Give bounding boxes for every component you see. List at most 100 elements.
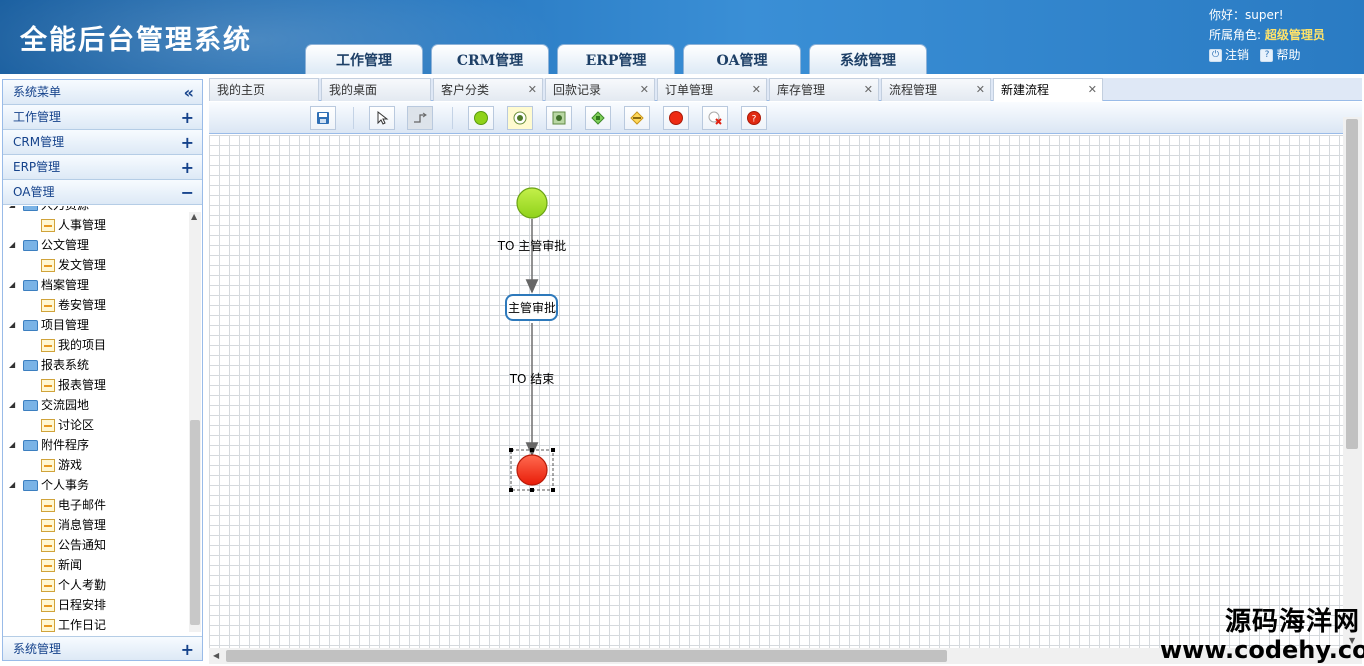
expand-triangle-icon[interactable]: ◢ bbox=[9, 356, 15, 374]
connector-tool-button[interactable] bbox=[407, 106, 433, 130]
pointer-tool-button[interactable] bbox=[369, 106, 395, 130]
tree-item[interactable]: 个人考勤 bbox=[41, 576, 106, 594]
resize-handle[interactable] bbox=[509, 448, 513, 452]
page-tab-label: 库存管理 bbox=[777, 83, 826, 97]
page-tab[interactable]: 订单管理 ✕ bbox=[657, 78, 767, 101]
tree-item[interactable]: 发文管理 bbox=[41, 256, 106, 274]
end-node-button[interactable] bbox=[663, 106, 689, 130]
resize-handle[interactable] bbox=[530, 448, 534, 452]
resize-handle[interactable] bbox=[530, 488, 534, 492]
scrollbar-thumb[interactable] bbox=[1346, 119, 1358, 449]
tree-item[interactable]: 工作日记 bbox=[41, 616, 106, 634]
resize-handle[interactable] bbox=[551, 448, 555, 452]
end-node[interactable] bbox=[516, 454, 548, 486]
decision-icon bbox=[591, 111, 605, 125]
folder-icon bbox=[23, 440, 38, 451]
close-icon[interactable]: ✕ bbox=[976, 79, 985, 101]
tree-item[interactable]: 日程安排 bbox=[41, 596, 106, 614]
tree-folder[interactable]: ◢ 人力资源 bbox=[9, 206, 89, 214]
close-icon[interactable]: ✕ bbox=[1088, 79, 1097, 101]
expand-triangle-icon[interactable]: ◢ bbox=[9, 206, 15, 214]
fork-button[interactable] bbox=[624, 106, 650, 130]
close-icon[interactable]: ✕ bbox=[528, 79, 537, 101]
role-value: 超级管理员 bbox=[1264, 28, 1325, 42]
nav-tab-crm[interactable]: CRM管理 bbox=[431, 44, 549, 74]
expand-icon[interactable]: + bbox=[181, 637, 194, 660]
page-tab-label: 客户分类 bbox=[441, 83, 490, 97]
section-system[interactable]: 系统管理 + bbox=[3, 636, 202, 660]
tree-item[interactable]: 我的项目 bbox=[41, 336, 106, 354]
document-icon bbox=[41, 219, 55, 232]
nav-tab-work[interactable]: 工作管理 bbox=[305, 44, 423, 74]
resize-handle[interactable] bbox=[509, 488, 513, 492]
expand-triangle-icon[interactable]: ◢ bbox=[9, 476, 15, 494]
tree-folder[interactable]: ◢ 交流园地 bbox=[9, 396, 89, 414]
decision-button[interactable] bbox=[585, 106, 611, 130]
expand-triangle-icon[interactable]: ◢ bbox=[9, 276, 15, 294]
tree-item[interactable]: 新闻 bbox=[41, 556, 82, 574]
page-tab[interactable]: 回款记录 ✕ bbox=[545, 78, 655, 101]
scroll-left-icon[interactable]: ◀ bbox=[213, 651, 219, 660]
task-node-button[interactable] bbox=[507, 106, 533, 130]
expand-triangle-icon[interactable]: ◢ bbox=[9, 436, 15, 454]
canvas-vertical-scrollbar[interactable]: ▼ bbox=[1343, 117, 1362, 648]
scroll-up-icon[interactable]: ▲ bbox=[191, 212, 197, 221]
page-tab[interactable]: 客户分类 ✕ bbox=[433, 78, 543, 101]
tree-item[interactable]: 人事管理 bbox=[41, 216, 106, 234]
close-icon[interactable]: ✕ bbox=[640, 79, 649, 101]
collapse-section-icon[interactable]: − bbox=[181, 180, 194, 205]
start-node[interactable] bbox=[516, 187, 548, 219]
tree-item[interactable]: 公告通知 bbox=[41, 536, 106, 554]
cancel-end-button[interactable] bbox=[702, 106, 728, 130]
collapse-icon[interactable]: « bbox=[184, 80, 194, 105]
tree-item[interactable]: 讨论区 bbox=[41, 416, 94, 434]
watermark-line1: 源码海洋网 bbox=[1224, 607, 1360, 637]
expand-icon[interactable]: + bbox=[181, 105, 194, 130]
tree-folder[interactable]: ◢ 项目管理 bbox=[9, 316, 89, 334]
page-tab[interactable]: 我的主页 bbox=[209, 78, 319, 101]
tree-item[interactable]: 报表管理 bbox=[41, 376, 106, 394]
page-tab[interactable]: 库存管理 ✕ bbox=[769, 78, 879, 101]
expand-triangle-icon[interactable]: ◢ bbox=[9, 236, 15, 254]
save-button[interactable] bbox=[310, 106, 336, 130]
scrollbar-thumb[interactable] bbox=[226, 650, 947, 662]
tree-item[interactable]: 卷安管理 bbox=[41, 296, 106, 314]
section-work[interactable]: 工作管理 + bbox=[3, 105, 202, 130]
resize-handle[interactable] bbox=[551, 488, 555, 492]
error-end-button[interactable]: ? bbox=[741, 106, 767, 130]
close-icon[interactable]: ✕ bbox=[864, 79, 873, 101]
close-icon[interactable]: ✕ bbox=[752, 79, 761, 101]
tree-item-label: 工作日记 bbox=[58, 618, 107, 632]
tree-folder[interactable]: ◢ 档案管理 bbox=[9, 276, 89, 294]
flow-canvas[interactable]: TO 主管审批 主管审批 TO 结束 bbox=[209, 135, 1343, 648]
section-erp[interactable]: ERP管理 + bbox=[3, 155, 202, 180]
expand-icon[interactable]: + bbox=[181, 130, 194, 155]
page-tab[interactable]: 流程管理 ✕ bbox=[881, 78, 991, 101]
tree-item[interactable]: 消息管理 bbox=[41, 516, 106, 534]
tree-folder[interactable]: ◢ 公文管理 bbox=[9, 236, 90, 254]
scrollbar-thumb[interactable] bbox=[190, 420, 200, 625]
nav-tab-oa[interactable]: OA管理 bbox=[683, 44, 801, 74]
logout-link[interactable]: 注销 bbox=[1225, 48, 1249, 62]
tree-item-label: 附件程序 bbox=[41, 438, 90, 452]
expand-triangle-icon[interactable]: ◢ bbox=[9, 396, 15, 414]
sidebar-scrollbar[interactable]: ▲ bbox=[189, 212, 201, 632]
help-link[interactable]: 帮助 bbox=[1276, 48, 1300, 62]
nav-tab-system[interactable]: 系统管理 bbox=[809, 44, 927, 74]
tree-folder[interactable]: ◢ 附件程序 bbox=[9, 436, 90, 454]
page-tab[interactable]: 我的桌面 bbox=[321, 78, 431, 101]
section-crm[interactable]: CRM管理 + bbox=[3, 130, 202, 155]
expand-triangle-icon[interactable]: ◢ bbox=[9, 316, 15, 334]
tree-item[interactable]: 电子邮件 bbox=[41, 496, 106, 514]
tree-folder[interactable]: ◢ 个人事务 bbox=[9, 476, 89, 494]
role-label: 所属角色: bbox=[1209, 28, 1262, 42]
tree-folder[interactable]: ◢ 报表系统 bbox=[9, 356, 89, 374]
start-node-button[interactable] bbox=[468, 106, 494, 130]
page-tab[interactable]: 新建流程 ✕ bbox=[993, 78, 1103, 101]
nav-tab-erp[interactable]: ERP管理 bbox=[557, 44, 675, 74]
expand-icon[interactable]: + bbox=[181, 155, 194, 180]
subprocess-button[interactable] bbox=[546, 106, 572, 130]
tree-item[interactable]: 游戏 bbox=[41, 456, 82, 474]
section-oa[interactable]: OA管理 − bbox=[3, 180, 202, 205]
tree-item-label: 公文管理 bbox=[41, 238, 90, 252]
